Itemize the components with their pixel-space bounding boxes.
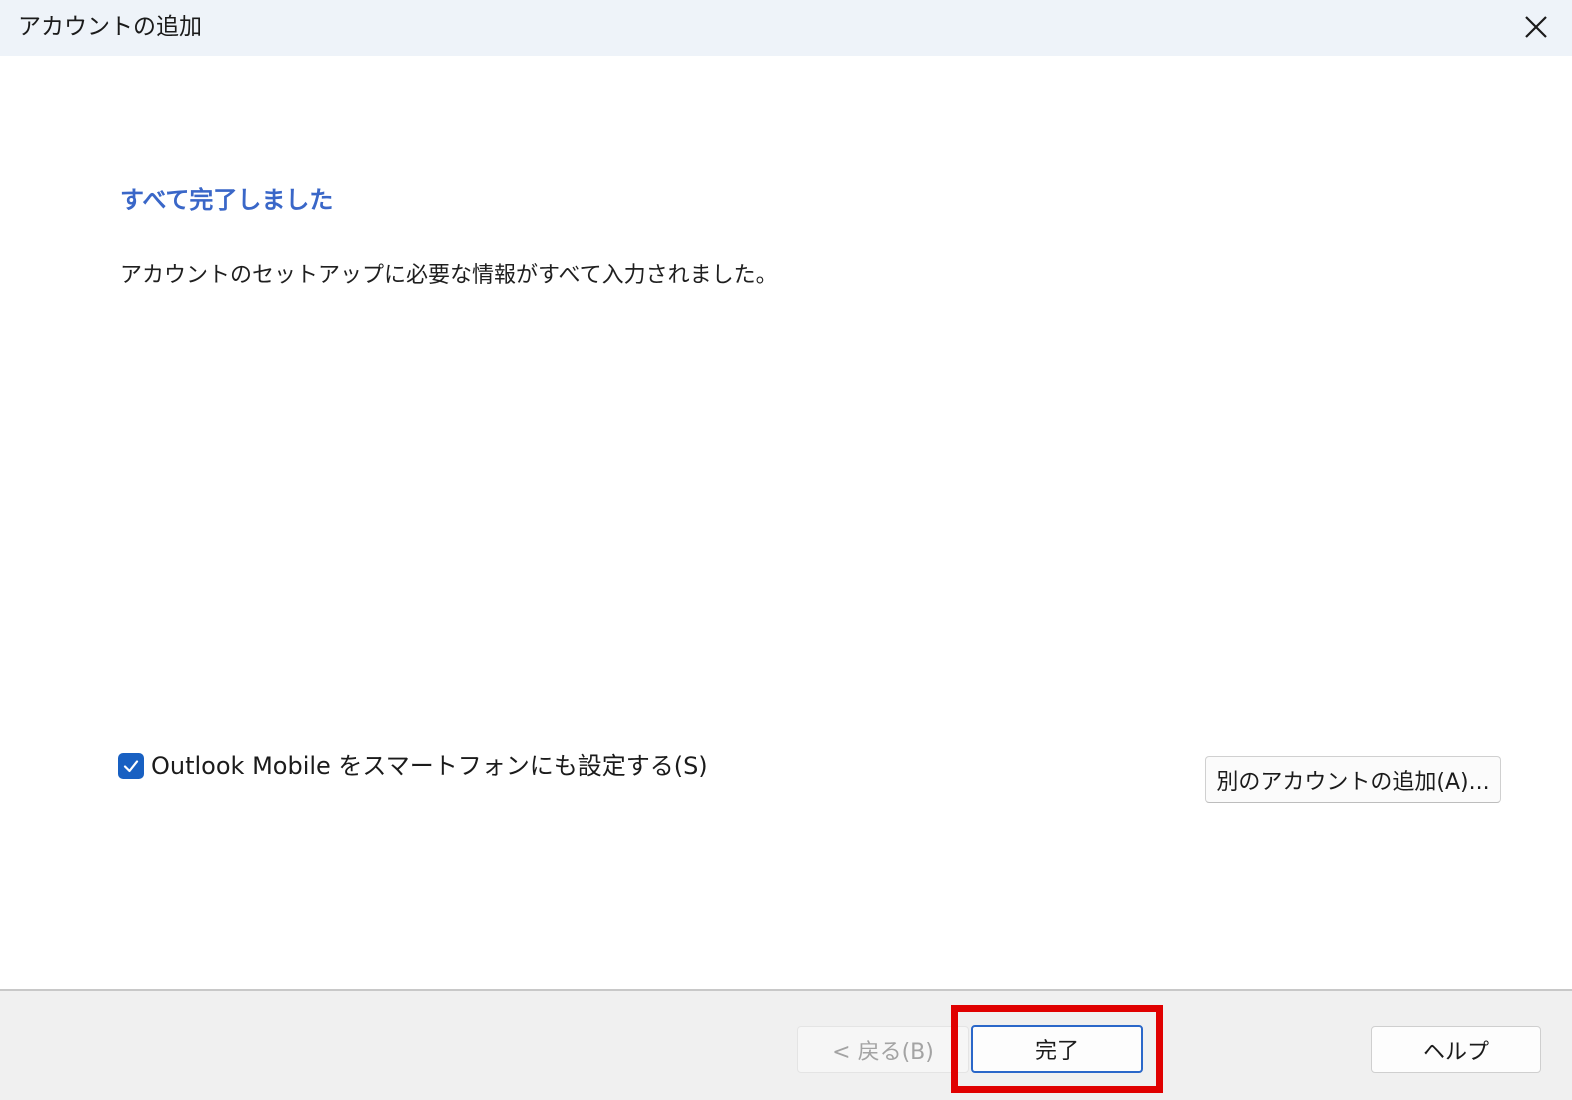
outlook-mobile-checkbox[interactable] xyxy=(118,753,144,779)
outlook-mobile-label[interactable]: Outlook Mobile をスマートフォンにも設定する(S) xyxy=(151,750,708,782)
close-button[interactable] xyxy=(1516,9,1556,45)
title-bar: アカウントの追加 xyxy=(0,0,1572,56)
back-button[interactable]: < 戻る(B) xyxy=(797,1026,969,1073)
help-button[interactable]: ヘルプ xyxy=(1371,1026,1541,1073)
window-title: アカウントの追加 xyxy=(18,14,202,40)
close-icon xyxy=(1525,16,1547,38)
add-account-dialog: アカウントの追加 すべて完了しました アカウントのセットアップに必要な情報がすべ… xyxy=(0,0,1572,1100)
outlook-mobile-option[interactable]: Outlook Mobile をスマートフォンにも設定する(S) xyxy=(118,750,708,782)
dialog-content: すべて完了しました アカウントのセットアップに必要な情報がすべて入力されました。… xyxy=(0,56,1572,990)
finish-button[interactable]: 完了 xyxy=(971,1025,1143,1073)
completion-heading: すべて完了しました xyxy=(120,186,334,214)
dialog-footer: < 戻る(B) 完了 ヘルプ xyxy=(0,991,1572,1100)
completion-message: アカウントのセットアップに必要な情報がすべて入力されました。 xyxy=(120,263,778,288)
add-another-account-button[interactable]: 別のアカウントの追加(A)... xyxy=(1205,756,1501,803)
checkmark-icon xyxy=(123,760,139,773)
